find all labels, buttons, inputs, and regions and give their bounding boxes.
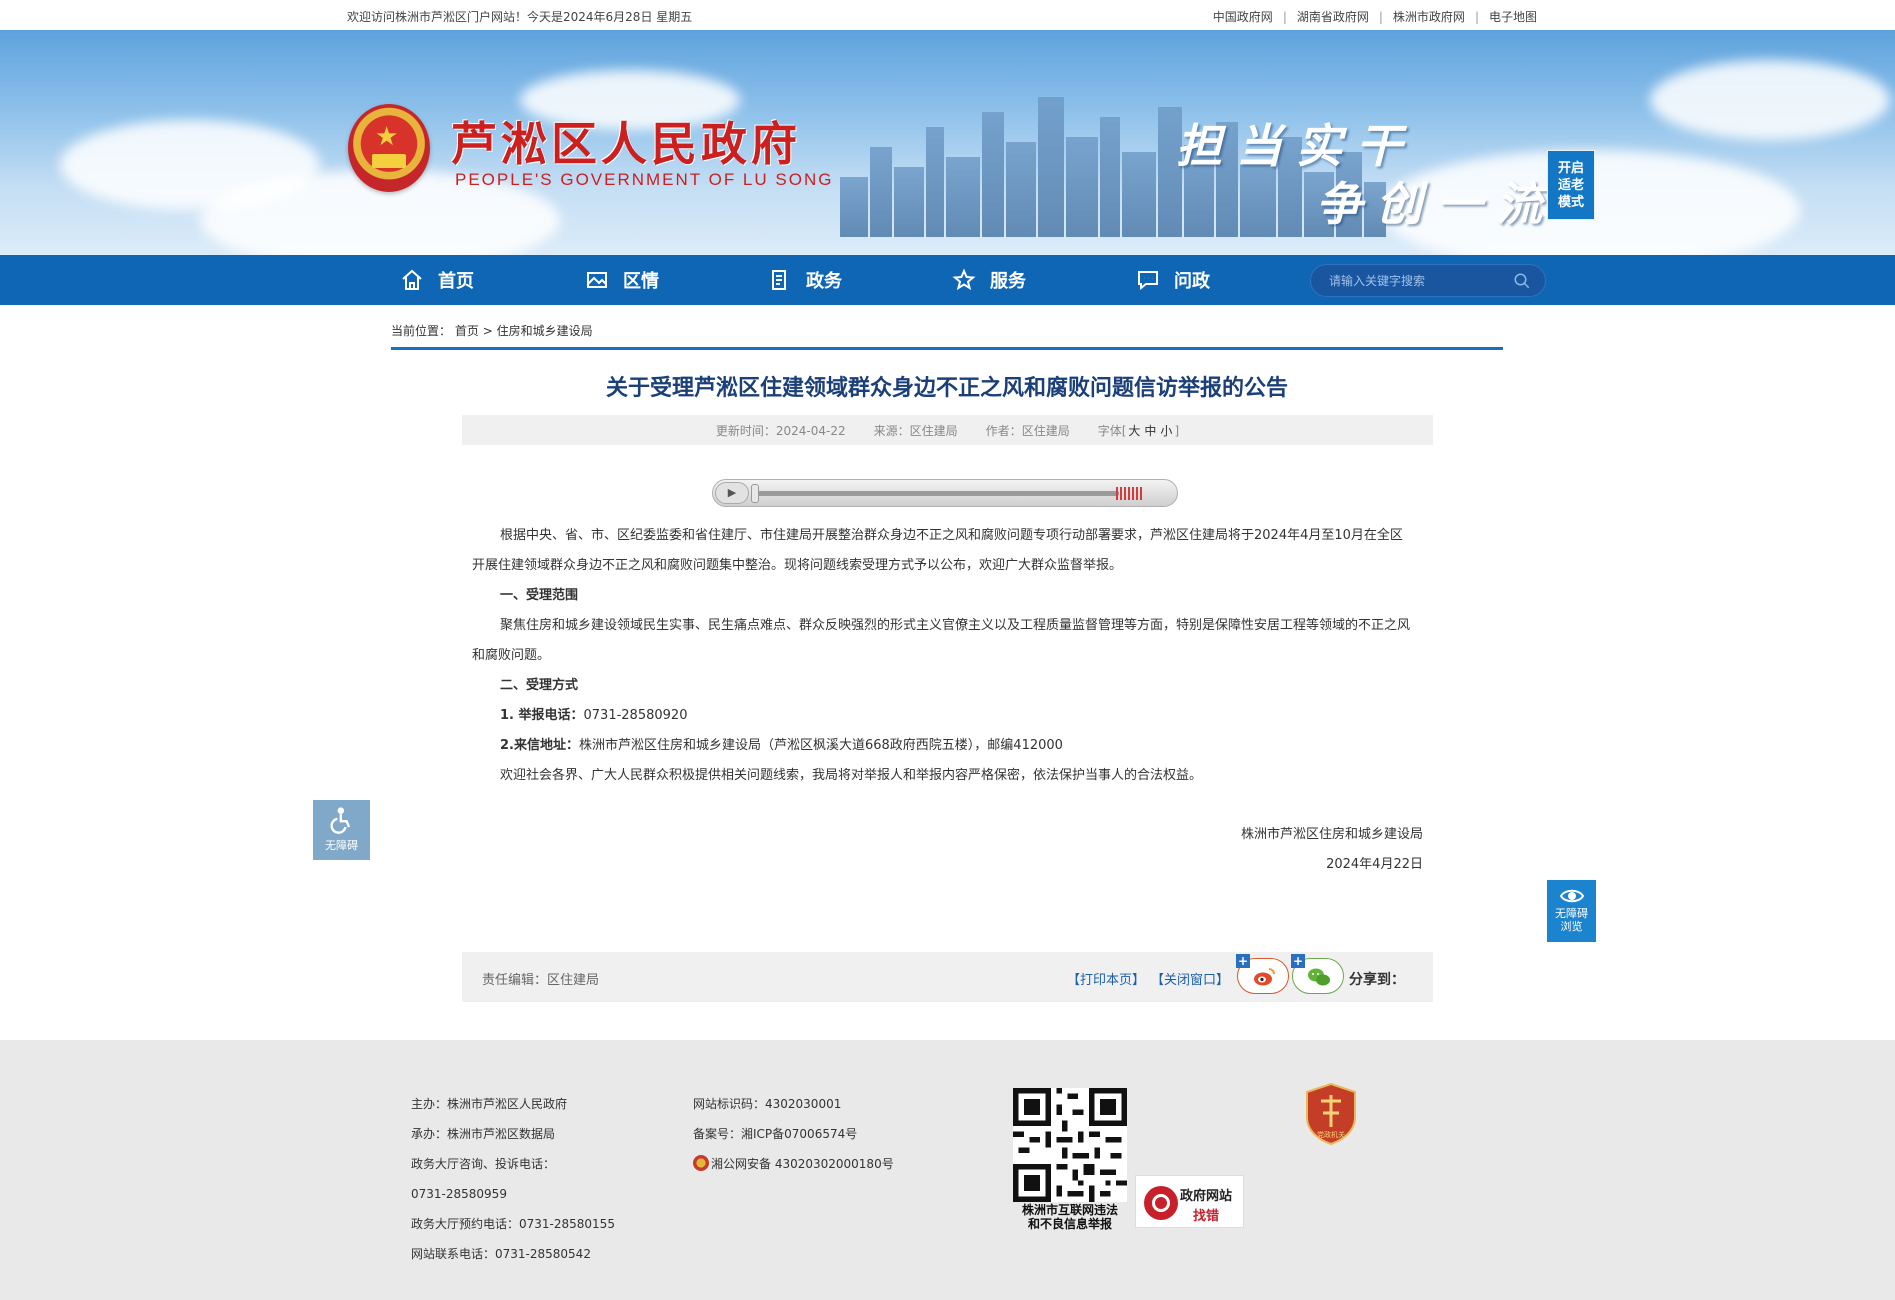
- share-wechat-button[interactable]: +: [1291, 954, 1344, 994]
- link-e-map[interactable]: 电子地图: [1489, 8, 1537, 25]
- magnifier-icon: [1144, 1186, 1178, 1220]
- national-emblem-icon: ★: [348, 104, 430, 192]
- breadcrumb-divider: [391, 347, 1503, 350]
- party-government-badge-icon[interactable]: 党政机关: [1305, 1083, 1357, 1145]
- meta-update: 更新时间：2024-04-22: [715, 423, 846, 438]
- article-title: 关于受理芦淞区住建领域群众身边不正之风和腐败问题信访举报的公告: [605, 376, 1288, 401]
- weibo-icon: [1254, 968, 1275, 986]
- nav-government-affairs[interactable]: 政务: [768, 255, 842, 305]
- plus-icon: +: [1236, 954, 1250, 968]
- star-icon: [952, 268, 976, 291]
- footer-info-col2: 网站标识码：4302030001 备案号：湘ICP备07006574号 湘公网安…: [693, 1089, 894, 1179]
- search-input[interactable]: [1329, 271, 1509, 291]
- volume-icon[interactable]: [1116, 487, 1142, 500]
- nav-home[interactable]: 首页: [400, 255, 474, 305]
- audio-player: ▶: [712, 479, 1178, 507]
- link-zhuzhou-gov[interactable]: 株洲市政府网: [1393, 8, 1465, 25]
- police-badge-icon: [693, 1155, 709, 1171]
- font-size-switch: 字体[大中小]: [1097, 423, 1180, 438]
- breadcrumb: 当前位置： 首页 > 住房和城乡建设局: [391, 324, 593, 338]
- gov-site-error-report-button[interactable]: 政府网站 找错: [1135, 1175, 1244, 1228]
- police-record-link[interactable]: 湘公网安备 43020302000180号: [693, 1149, 894, 1179]
- paragraph: 聚焦住房和城乡建设领域民生实事、民生痛点难点、群众反映强烈的形式主义官僚主义以及…: [472, 618, 1411, 663]
- elder-mode-button[interactable]: 开启 适老 模式: [1547, 150, 1595, 220]
- qr-code-icon: [1013, 1088, 1127, 1202]
- accessibility-browse-button[interactable]: 无障碍 浏览: [1547, 880, 1596, 942]
- article-signature: 株洲市芦淞区住房和城乡建设局 2024年4月22日: [1241, 820, 1423, 880]
- play-button[interactable]: ▶: [715, 482, 749, 504]
- svg-text:党政机关: 党政机关: [1317, 1130, 1345, 1139]
- report-address: 2.来信地址：株洲市芦淞区住房和城乡建设局（芦淞区枫溪大道668政府西院五楼），…: [500, 738, 1063, 753]
- paragraph: 根据中央、省、市、区纪委监委和省住建厅、市住建局开展整治群众身边不正之风和腐败问…: [472, 528, 1403, 573]
- plus-icon: +: [1291, 954, 1305, 968]
- wheelchair-icon: [330, 807, 350, 834]
- home-icon: [402, 269, 422, 290]
- responsible-editor: 责任编辑：区住建局: [482, 973, 600, 988]
- nav-district-info[interactable]: 区情: [585, 255, 659, 305]
- font-large-button[interactable]: 大: [1128, 424, 1140, 438]
- report-phone: 1. 举报电话：0731-28580920: [500, 708, 688, 723]
- icp-link[interactable]: 备案号：湘ICP备07006574号: [693, 1119, 894, 1149]
- article-footer-bar: 责任编辑：区住建局 【打印本页】 【关闭窗口】 + + 分享到：: [462, 952, 1433, 1002]
- nav-services[interactable]: 服务: [952, 255, 1026, 305]
- breadcrumb-current[interactable]: 住房和城乡建设局: [497, 324, 593, 338]
- close-window-button[interactable]: 【关闭窗口】: [1151, 969, 1229, 988]
- welcome-text: 欢迎访问株洲市芦淞区门户网站！今天是2024年6月28日 星期五: [347, 10, 693, 24]
- document-icon: [772, 270, 786, 290]
- accessibility-left-button[interactable]: 无障碍: [313, 800, 370, 860]
- search-box: [1310, 264, 1546, 297]
- section-heading: 二、受理方式: [500, 678, 579, 693]
- site-footer: 主办：株洲市芦淞区人民政府 承办：株洲市芦淞区数据局 政务大厅咨询、投诉电话： …: [0, 1040, 1895, 1300]
- picture-icon: [587, 272, 607, 288]
- header-banner: ★ 芦淞区人民政府 PEOPLE'S GOVERNMENT OF LU SONG…: [0, 30, 1895, 255]
- paragraph: 欢迎社会各界、广大人民群众积极提供相关问题线索，我局将对举报人和举报内容严格保密…: [500, 768, 1203, 783]
- share-label: 分享到：: [1349, 972, 1405, 988]
- link-separator: |: [1474, 9, 1479, 24]
- slogan-line-1: 担当实干: [1176, 119, 1416, 173]
- share-weibo-button[interactable]: +: [1236, 954, 1289, 994]
- chat-icon: [1138, 271, 1158, 291]
- sign-organization: 株洲市芦淞区住房和城乡建设局: [1240, 827, 1423, 842]
- top-links: 中国政府网 | 湖南省政府网 | 株洲市政府网 | 电子地图: [1213, 8, 1537, 25]
- cloud: [1650, 60, 1890, 140]
- progress-knob[interactable]: [751, 484, 759, 503]
- print-button[interactable]: 【打印本页】: [1067, 969, 1145, 988]
- section-heading: 一、受理范围: [500, 588, 579, 603]
- article-body: 根据中央、省、市、区纪委监委和省住建厅、市住建局开展整治群众身边不正之风和腐败问…: [472, 521, 1410, 791]
- search-icon[interactable]: [1513, 272, 1531, 290]
- main-nav: 首页 区情 政务 服务 问政: [0, 255, 1895, 305]
- site-title: 芦淞区人民政府: [451, 117, 801, 171]
- link-separator: |: [1378, 9, 1383, 24]
- font-small-button[interactable]: 小: [1160, 424, 1172, 438]
- link-separator: |: [1282, 9, 1287, 24]
- eye-icon: [1559, 889, 1584, 903]
- breadcrumb-home[interactable]: 首页: [455, 324, 479, 338]
- link-hunan-gov[interactable]: 湖南省政府网: [1297, 8, 1369, 25]
- nav-inquiry[interactable]: 问政: [1136, 255, 1210, 305]
- article-meta: 更新时间：2024-04-22 来源：区住建局 作者：区住建局 字体[大中小]: [462, 415, 1433, 445]
- link-china-gov[interactable]: 中国政府网: [1213, 8, 1273, 25]
- footer-info-col1: 主办：株洲市芦淞区人民政府 承办：株洲市芦淞区数据局 政务大厅咨询、投诉电话： …: [411, 1097, 615, 1261]
- top-bar: 欢迎访问株洲市芦淞区门户网站！今天是2024年6月28日 星期五 中国政府网 |…: [0, 0, 1895, 30]
- meta-source: 来源：区住建局: [873, 423, 958, 438]
- progress-track[interactable]: [757, 491, 1119, 496]
- sign-date: 2024年4月22日: [1326, 857, 1423, 872]
- font-medium-button[interactable]: 中: [1144, 424, 1156, 438]
- meta-author: 作者：区住建局: [985, 423, 1070, 438]
- qr-caption: 株洲市互联网违法 和不良信息举报: [1021, 1203, 1118, 1231]
- site-subtitle: PEOPLE'S GOVERNMENT OF LU SONG: [455, 170, 834, 189]
- slogan-line-2: 争创一流: [1316, 177, 1556, 231]
- wechat-icon: [1308, 968, 1330, 986]
